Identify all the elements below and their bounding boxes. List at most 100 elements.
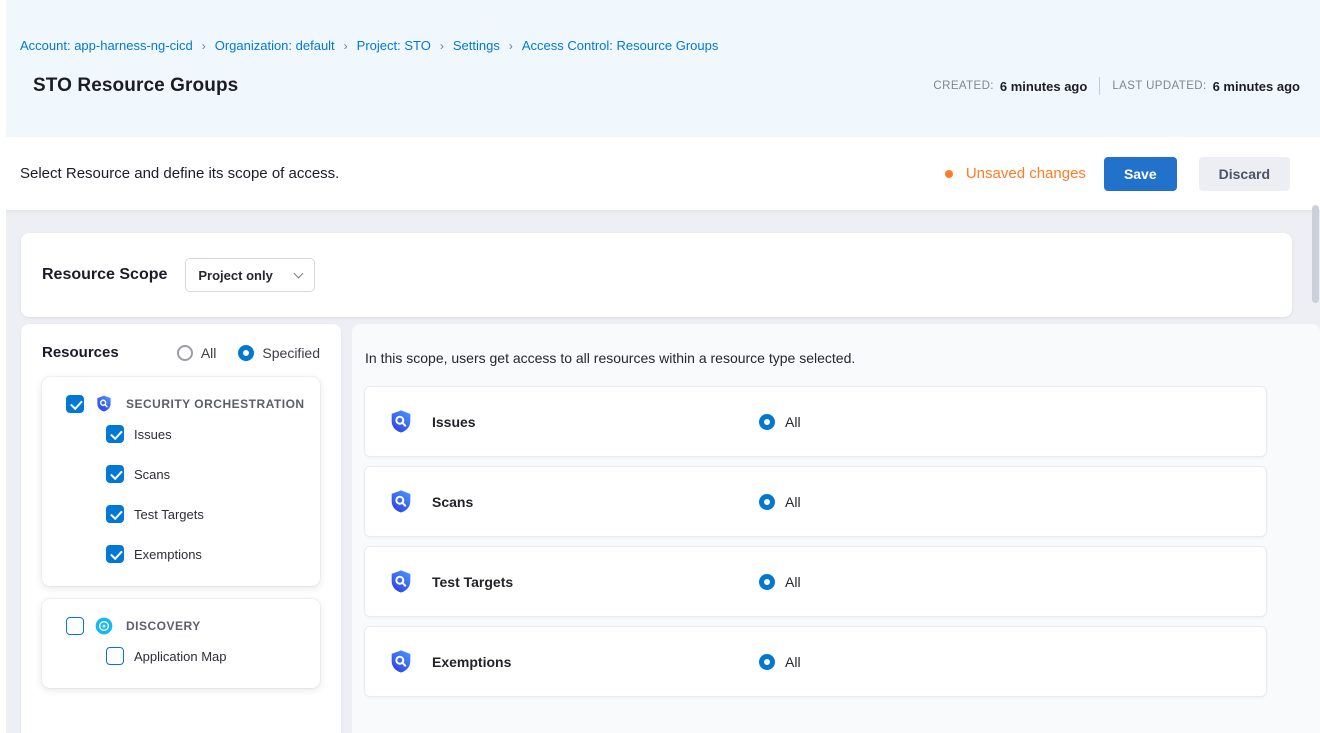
group-type-icon	[94, 394, 114, 414]
window-left-edge	[0, 0, 6, 733]
last-updated-label: LAST UPDATED:	[1112, 80, 1206, 92]
action-toolbar: Select Resource and define its scope of …	[0, 137, 1320, 210]
resource-rows-list: Issues All	[364, 386, 1280, 697]
group-name-label[interactable]: DISCOVERY	[126, 619, 201, 633]
resource-scope-card: Resource Scope Project only	[21, 233, 1292, 317]
resource-child-row: Exemptions	[106, 534, 310, 574]
resource-checkbox-label[interactable]: Test Targets	[134, 507, 204, 522]
breadcrumb: Account: app-harness-ng-cicd › Organizat…	[20, 0, 1300, 53]
radio-specified-icon[interactable]	[238, 345, 254, 361]
group-checkbox[interactable]	[66, 395, 84, 413]
resource-group-card: DISCOVERY Application Map	[42, 599, 320, 688]
resource-scope-label: Resource Scope	[42, 266, 167, 284]
toolbar-description: Select Resource and define its scope of …	[20, 165, 339, 182]
breadcrumb-link[interactable]: Access Control: Resource Groups	[522, 38, 719, 53]
unsaved-changes-indicator: Unsaved changes	[945, 165, 1086, 182]
group-checkbox[interactable]	[66, 617, 84, 635]
breadcrumb-link[interactable]: Settings	[453, 38, 500, 53]
discard-button[interactable]: Discard	[1199, 157, 1290, 191]
breadcrumb-link[interactable]: Account: app-harness-ng-cicd	[20, 38, 193, 53]
resource-child-row: Issues	[106, 414, 310, 454]
chevron-down-icon	[294, 268, 304, 278]
resource-checkbox[interactable]	[106, 545, 124, 563]
breadcrumb-link[interactable]: Organization: default	[215, 38, 335, 53]
group-children-list: Application Map	[66, 636, 310, 676]
access-all-radio-icon[interactable]	[759, 654, 775, 670]
shield-search-icon	[387, 648, 415, 676]
unsaved-changes-label: Unsaved changes	[966, 165, 1086, 182]
access-radio-option[interactable]: All	[759, 494, 801, 510]
resource-scope-select[interactable]: Project only	[185, 258, 315, 292]
save-button[interactable]: Save	[1104, 157, 1177, 191]
breadcrumb-separator-icon: ›	[344, 39, 348, 53]
access-all-radio-icon[interactable]	[759, 414, 775, 430]
resource-checkbox[interactable]	[106, 505, 124, 523]
resources-mode-radio-group: All Specified	[177, 345, 320, 361]
radio-all-icon[interactable]	[177, 345, 193, 361]
radio-option-specified[interactable]: Specified	[238, 345, 320, 361]
resource-group-card: SECURITY ORCHESTRATION Issues Scans	[42, 377, 320, 586]
resource-checkbox[interactable]	[106, 425, 124, 443]
breadcrumb-link[interactable]: Project: STO	[357, 38, 431, 53]
resource-checkbox-label[interactable]: Scans	[134, 467, 170, 482]
resource-access-row: Test Targets All	[364, 546, 1267, 617]
breadcrumb-item: Account: app-harness-ng-cicd ›	[20, 38, 215, 53]
breadcrumb-item: Organization: default ›	[215, 38, 357, 53]
breadcrumb-separator-icon: ›	[509, 39, 513, 53]
resource-child-row: Scans	[106, 454, 310, 494]
access-all-label[interactable]: All	[785, 574, 801, 590]
record-meta: CREATED: 6 minutes ago LAST UPDATED: 6 m…	[933, 77, 1300, 95]
breadcrumb-separator-icon: ›	[202, 39, 206, 53]
resource-access-row: Scans All	[364, 466, 1267, 537]
page-header: Account: app-harness-ng-cicd › Organizat…	[0, 0, 1320, 137]
resource-type-label: Issues	[432, 414, 759, 430]
access-radio-option[interactable]: All	[759, 574, 801, 590]
access-all-label[interactable]: All	[785, 494, 801, 510]
page-title: STO Resource Groups	[20, 75, 238, 97]
group-name-label[interactable]: SECURITY ORCHESTRATION	[126, 397, 305, 411]
access-radio-option[interactable]: All	[759, 414, 801, 430]
resource-child-row: Application Map	[106, 636, 310, 676]
resource-access-row: Exemptions All	[364, 626, 1267, 697]
access-all-label[interactable]: All	[785, 654, 801, 670]
content-area: Resource Scope Project only Resources Al…	[0, 210, 1320, 733]
resource-checkbox[interactable]	[106, 465, 124, 483]
unsaved-dot-icon	[945, 170, 953, 178]
resource-type-label: Test Targets	[432, 574, 759, 590]
resource-checkbox-label[interactable]: Application Map	[134, 649, 227, 664]
access-all-radio-icon[interactable]	[759, 574, 775, 590]
resource-child-row: Test Targets	[106, 494, 310, 534]
resource-checkbox-label[interactable]: Issues	[134, 427, 172, 442]
created-value: 6 minutes ago	[1000, 79, 1087, 94]
resources-panel: Resources All Specified	[21, 324, 341, 733]
scope-description: In this scope, users get access to all r…	[364, 350, 1280, 366]
shield-search-icon	[387, 408, 415, 436]
group-children-list: Issues Scans Test Targets Exemptions	[66, 414, 310, 574]
resources-title: Resources	[42, 344, 119, 361]
breadcrumb-item: Project: STO ›	[357, 38, 453, 53]
resource-type-label: Scans	[432, 494, 759, 510]
resource-access-row: Issues All	[364, 386, 1267, 457]
access-all-label[interactable]: All	[785, 414, 801, 430]
created-label: CREATED:	[933, 80, 994, 92]
resource-scope-selected-value: Project only	[198, 268, 272, 283]
shield-search-icon	[387, 488, 415, 516]
resource-checkbox[interactable]	[106, 647, 124, 665]
vertical-scrollbar-thumb[interactable]	[1312, 205, 1319, 303]
breadcrumb-item: Settings ›	[453, 38, 522, 53]
radio-option-all[interactable]: All	[177, 345, 217, 361]
radio-all-label[interactable]: All	[201, 345, 217, 361]
scope-detail-panel: In this scope, users get access to all r…	[352, 324, 1320, 733]
resource-groups-list: SECURITY ORCHESTRATION Issues Scans	[42, 377, 320, 688]
meta-divider	[1099, 77, 1100, 95]
last-updated-value: 6 minutes ago	[1213, 79, 1300, 94]
breadcrumb-item: Access Control: Resource Groups ›	[522, 38, 719, 53]
radio-specified-label[interactable]: Specified	[262, 345, 320, 361]
access-radio-option[interactable]: All	[759, 654, 801, 670]
resource-type-label: Exemptions	[432, 654, 759, 670]
access-all-radio-icon[interactable]	[759, 494, 775, 510]
resource-checkbox-label[interactable]: Exemptions	[134, 547, 202, 562]
shield-search-icon	[387, 568, 415, 596]
group-type-icon	[94, 616, 114, 636]
breadcrumb-separator-icon: ›	[440, 39, 444, 53]
